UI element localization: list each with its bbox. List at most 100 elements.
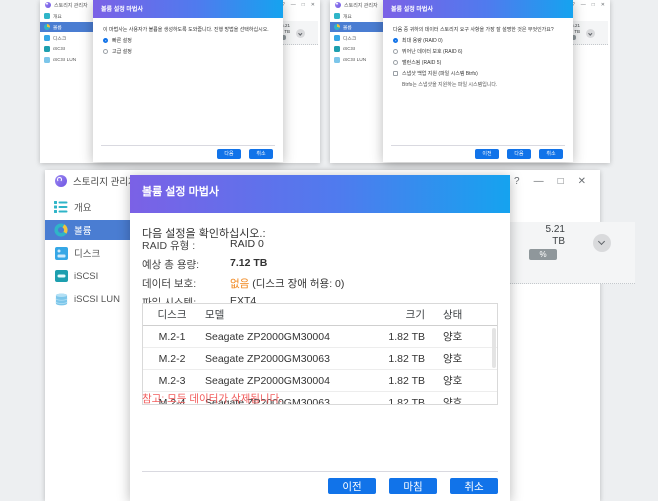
protection-value: 없음 (디스크 장애 허용: 0)	[230, 276, 344, 291]
capacity-unit: TB	[533, 236, 565, 247]
divider	[142, 471, 498, 472]
dialog-header[interactable]: 볼륨 설정 마법사	[383, 0, 573, 18]
radio-icon	[393, 60, 398, 65]
expand-button[interactable]	[586, 29, 595, 38]
finish-button[interactable]: 마침	[389, 478, 437, 494]
col-model: 모델	[201, 307, 359, 322]
capacity-unit: TB	[284, 29, 290, 34]
sidebar-item-overview[interactable]: 개요	[40, 11, 93, 21]
overview-icon	[334, 13, 340, 19]
sidebar-item-iscsi[interactable]: iSCSI	[45, 266, 130, 286]
iscsi-lun-icon	[44, 57, 50, 63]
next-button[interactable]: 다음	[217, 149, 241, 159]
sidebar-item-disk[interactable]: 디스크	[40, 33, 93, 43]
window-title: 스토리지 관리자	[54, 2, 88, 9]
maximize-button[interactable]: □	[558, 176, 564, 187]
volume-summary-card: 5.21 TB %	[495, 222, 635, 284]
window-title: 스토리지 관리자	[73, 174, 137, 188]
overview-icon	[54, 200, 68, 214]
radio-icon	[393, 49, 398, 54]
next-button[interactable]: 다음	[507, 149, 531, 159]
table-row: M.2-3 Seagate ZP2000GM30004 1.82 TB 양호	[143, 370, 497, 392]
disk-icon	[334, 35, 340, 41]
radio-icon	[103, 49, 108, 54]
radio-option-max-capacity[interactable]: 최대 용량 (RAID 0)	[393, 37, 563, 44]
expand-button[interactable]	[296, 29, 305, 38]
sidebar-item-disk[interactable]: 디스크	[330, 33, 383, 43]
mini-window-step2: 스토리지 관리자 ? — □ ✕ 개요 볼륨 디스크 iSCSI iSCSI L…	[330, 0, 610, 163]
expand-button[interactable]	[593, 234, 611, 252]
help-button[interactable]: ?	[514, 176, 520, 187]
capacity-value: 5.21	[533, 224, 565, 235]
capacity-label: 예상 총 용량:	[142, 257, 199, 272]
volume-wizard-confirm-dialog: 볼륨 설정 마법사 다음 설정을 확인하십시오.: RAID 유형 : RAID…	[130, 175, 510, 501]
radio-option-data-protection[interactable]: 뛰어난 데이터 보호 (RAID 6)	[393, 48, 563, 55]
protection-label: 데이터 보호:	[142, 276, 196, 291]
volume-wizard-step2-dialog: 볼륨 설정 마법사 다음 중 귀하의 데이터 스토리지 요구 사항을 가장 잘 …	[383, 0, 573, 162]
raid-type-value: RAID 0	[230, 238, 264, 250]
col-size: 크기	[359, 307, 431, 322]
close-button[interactable]: ✕	[601, 2, 605, 8]
storage-manager-window: 스토리지 관리자 ? — □ ✕ 개요 볼륨 디스크	[45, 170, 600, 501]
close-button[interactable]: ✕	[578, 176, 586, 187]
btrfs-note: Btrfs는 스냅샷을 지원하는 파일 시스템입니다.	[402, 81, 563, 88]
sidebar-item-volume[interactable]: 볼륨	[40, 22, 93, 32]
cancel-button[interactable]: 취소	[539, 149, 563, 159]
chevron-down-icon	[597, 237, 604, 244]
sidebar-item-iscsi[interactable]: iSCSI	[40, 44, 93, 54]
dialog-header[interactable]: 볼륨 설정 마법사	[130, 175, 510, 213]
sidebar-item-overview[interactable]: 개요	[45, 197, 130, 217]
usage-badge: %	[529, 249, 557, 260]
disk-table: 디스크 모델 크기 상태 M.2-1 Seagate ZP2000GM30004…	[142, 303, 498, 405]
minimize-button[interactable]: —	[534, 176, 544, 187]
overview-icon	[44, 13, 50, 19]
sidebar-item-iscsi-lun[interactable]: iSCSI LUN	[40, 55, 93, 65]
iscsi-icon	[334, 46, 340, 52]
minimize-button[interactable]: —	[291, 2, 296, 8]
disk-icon	[54, 246, 68, 260]
radio-option-advanced-setup[interactable]: 고급 설정	[103, 48, 273, 55]
volume-icon	[44, 24, 50, 30]
maximize-button[interactable]: □	[302, 2, 305, 8]
data-delete-warning: 참고: 모든 데이터가 삭제됩니다.	[142, 391, 282, 406]
sidebar-item-overview[interactable]: 개요	[330, 11, 383, 21]
sidebar-item-iscsi-lun[interactable]: iSCSI LUN	[330, 55, 383, 65]
checkbox-snapshot-support[interactable]: 스냅샷 백업 지원 (파일 시스템 Btrfs)	[393, 70, 563, 77]
wizard-question: 다음 중 귀하의 데이터 스토리지 요구 사항을 가장 잘 설명한 것은 무엇인…	[393, 26, 563, 33]
window-title: 스토리지 관리자	[344, 2, 378, 9]
capacity-unit: TB	[574, 29, 580, 34]
maximize-button[interactable]: □	[592, 2, 595, 8]
desktop: 스토리지 관리자 ? — □ ✕ 개요 볼륨 디스크 iSCSI iSCSI L…	[0, 0, 658, 501]
chevron-down-icon	[298, 31, 302, 35]
chevron-down-icon	[588, 31, 592, 35]
iscsi-lun-icon	[334, 57, 340, 63]
protection-none: 없음	[230, 278, 249, 290]
sidebar: 개요 볼륨 디스크 iSCSI iSCSI LUN	[330, 10, 383, 163]
dialog-header[interactable]: 볼륨 설정 마법사	[93, 0, 283, 18]
disk-icon	[44, 35, 50, 41]
iscsi-lun-icon	[54, 292, 68, 306]
radio-option-balanced[interactable]: 밸런스됨 (RAID 5)	[393, 59, 563, 66]
volume-icon	[54, 223, 68, 237]
capacity-value: 7.12 TB	[230, 257, 267, 269]
sidebar: 개요 볼륨 디스크 iSCSI iSCSI LUN	[40, 10, 93, 163]
sidebar-item-volume[interactable]: 볼륨	[330, 22, 383, 32]
sidebar-item-volume[interactable]: 볼륨	[45, 220, 130, 240]
table-row: M.2-2 Seagate ZP2000GM30063 1.82 TB 양호	[143, 348, 497, 370]
previous-button[interactable]: 이전	[328, 478, 376, 494]
col-status: 상태	[431, 307, 491, 322]
cancel-button[interactable]: 취소	[249, 149, 273, 159]
table-row: M.2-1 Seagate ZP2000GM30004 1.82 TB 양호	[143, 326, 497, 348]
table-scrollbar[interactable]	[492, 328, 496, 368]
radio-option-quick-setup[interactable]: 빠른 설정	[103, 37, 273, 44]
sidebar-item-iscsi-lun[interactable]: iSCSI LUN	[45, 289, 130, 309]
minimize-button[interactable]: —	[581, 2, 586, 8]
previous-button[interactable]: 이전	[475, 149, 499, 159]
volume-icon	[334, 24, 340, 30]
divider	[391, 145, 565, 146]
sidebar-item-disk[interactable]: 디스크	[45, 243, 130, 263]
sidebar-item-iscsi[interactable]: iSCSI	[330, 44, 383, 54]
storage-manager-app-icon	[55, 175, 67, 187]
close-button[interactable]: ✕	[311, 2, 315, 8]
cancel-button[interactable]: 취소	[450, 478, 498, 494]
